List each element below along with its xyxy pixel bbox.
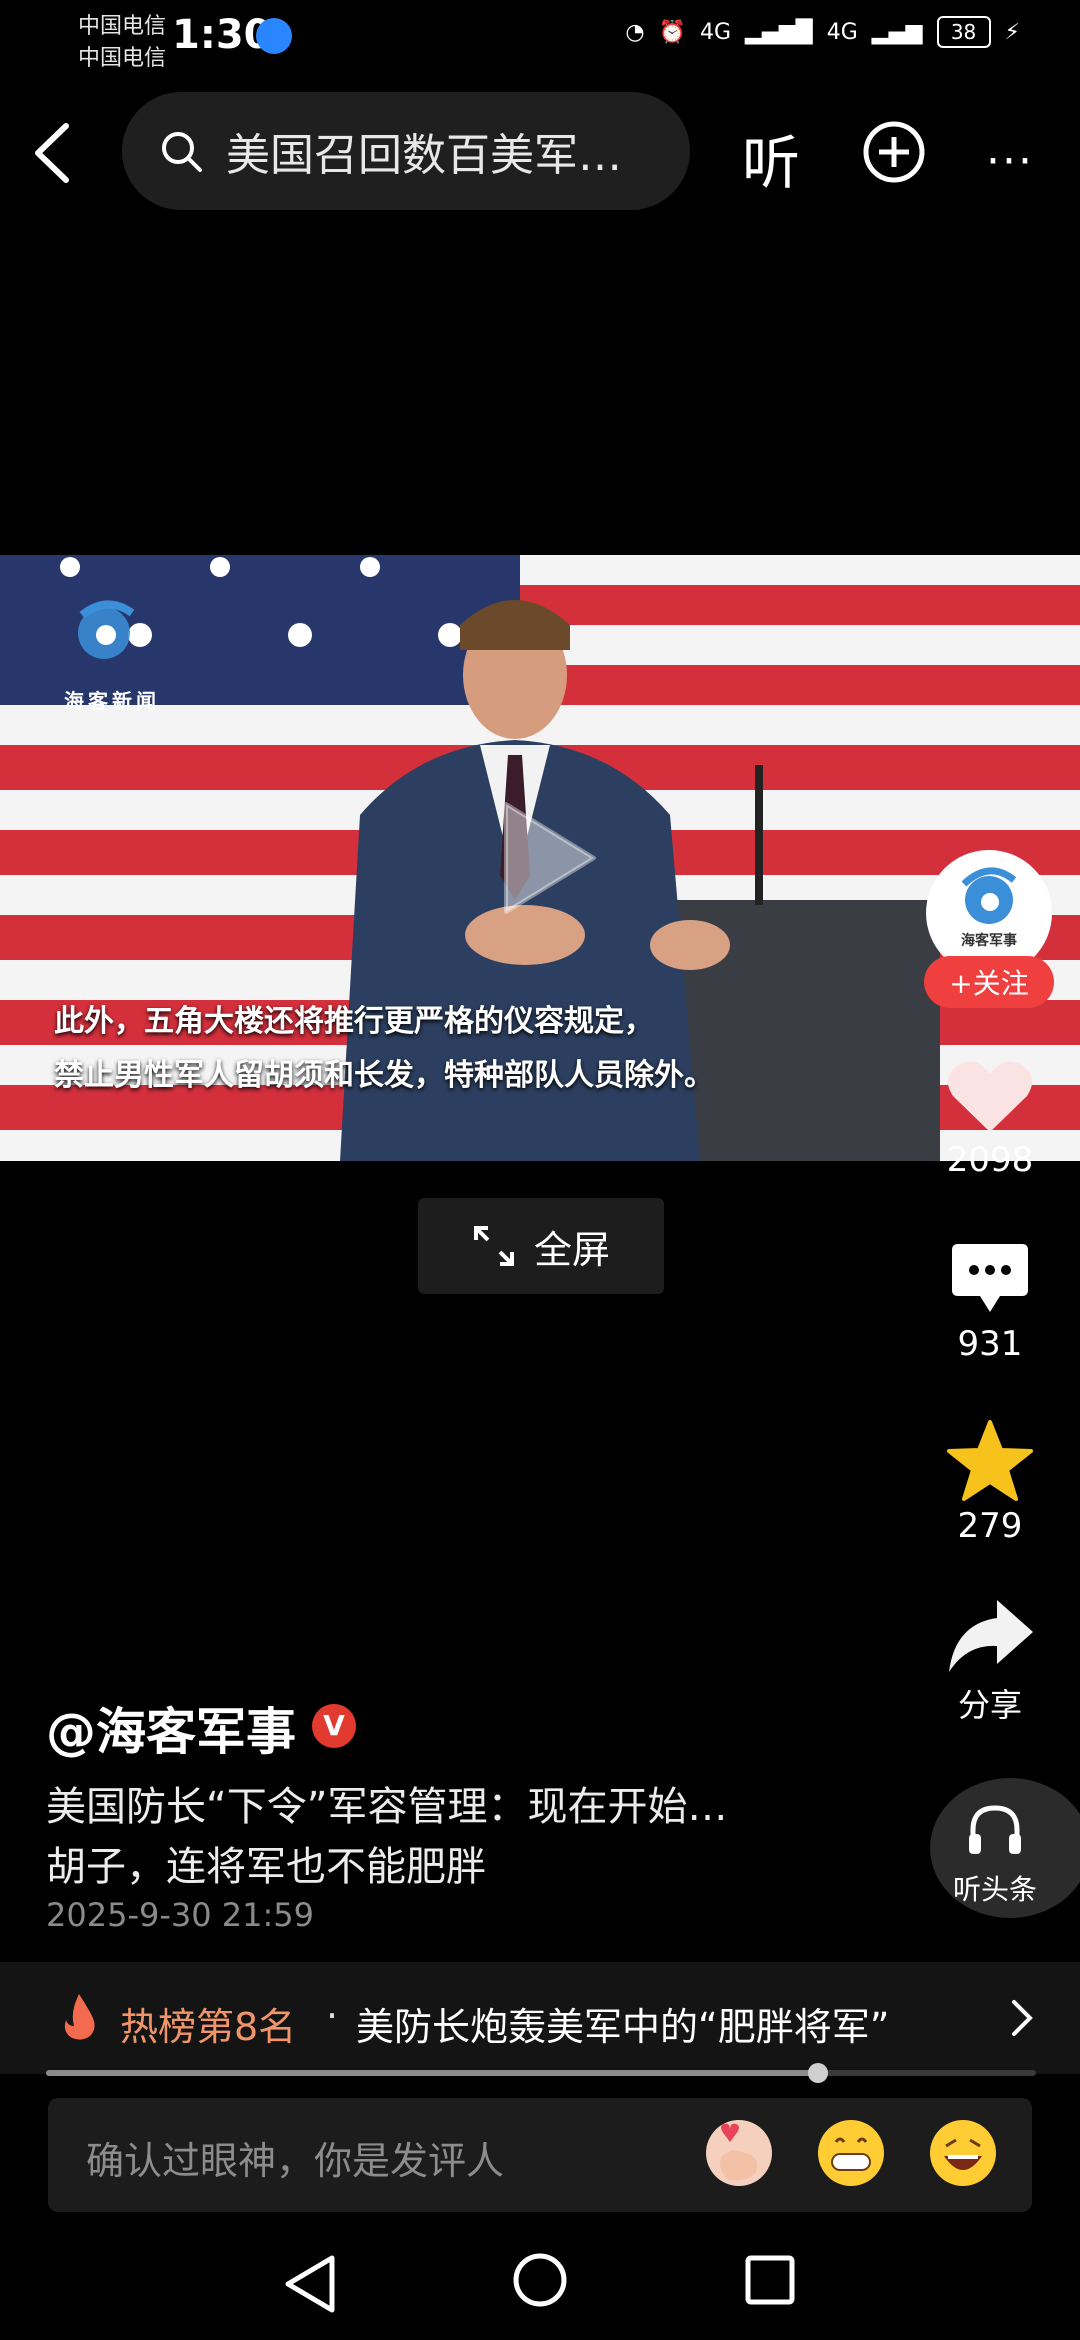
hot-separator: · bbox=[326, 1994, 339, 2038]
search-icon bbox=[162, 132, 202, 172]
carrier-label-2: 中国电信 bbox=[78, 46, 167, 71]
play-icon[interactable] bbox=[500, 798, 600, 918]
nav-home-icon[interactable] bbox=[512, 2252, 568, 2308]
heart-icon bbox=[947, 1061, 1033, 1132]
back-arrow-icon bbox=[35, 123, 69, 183]
signal-icon: ▂▄▆ bbox=[871, 19, 923, 45]
share-button[interactable]: 分享 bbox=[932, 1596, 1048, 1726]
search-box[interactable]: 美国召回数百美军… bbox=[122, 92, 690, 210]
watermark-text: 海客新闻 bbox=[64, 689, 160, 713]
expand-icon bbox=[473, 1226, 514, 1266]
share-label: 分享 bbox=[957, 1686, 1022, 1724]
subtitle-line: 禁止男性军人留胡须和长发，特种部队人员除外。 bbox=[54, 1058, 714, 1093]
follow-button[interactable]: +关注 bbox=[924, 956, 1054, 1008]
search-query: 美国召回数百美军… bbox=[226, 130, 622, 181]
favorite-button[interactable]: 279 bbox=[932, 1418, 1048, 1546]
author-name[interactable]: @海客军事 bbox=[46, 1692, 296, 1764]
app-notification-icon bbox=[256, 18, 292, 54]
alarm-icon: ⏰ bbox=[658, 19, 686, 45]
caption-text[interactable]: 美国防长“下令”军容管理：现在开始… bbox=[46, 1774, 727, 1832]
charging-icon: ⚡ bbox=[1004, 19, 1020, 45]
like-count: 2098 bbox=[946, 1140, 1034, 1180]
add-button[interactable] bbox=[862, 120, 926, 184]
listen-headline-label: 听头条 bbox=[952, 1873, 1037, 1906]
heart-hand-emoji-icon[interactable] bbox=[706, 2120, 772, 2186]
star-icon bbox=[947, 1420, 1033, 1501]
listen-headline-button[interactable]: 听头条 bbox=[930, 1778, 1080, 1918]
nav-recent-apps-icon[interactable] bbox=[744, 2254, 796, 2306]
carrier-label-1: 中国电信 bbox=[78, 14, 167, 39]
flame-icon bbox=[64, 1994, 95, 2040]
like-button[interactable]: 2098 bbox=[932, 1056, 1048, 1180]
nav-back-icon[interactable] bbox=[282, 2252, 338, 2316]
headphones-icon bbox=[969, 1805, 1021, 1854]
battery-icon: 38 bbox=[936, 16, 991, 48]
laugh-emoji-glyph bbox=[932, 2122, 994, 2184]
video-progress-bar[interactable] bbox=[46, 2063, 1036, 2083]
fullscreen-button[interactable]: 全屏 bbox=[418, 1198, 664, 1294]
chevron-right-icon[interactable] bbox=[1008, 1996, 1036, 2040]
status-icons: ◔ ⏰ 4G ▂▄▆█ 4G ▂▄▆ 38 ⚡ bbox=[625, 16, 1020, 48]
grin-emoji-glyph bbox=[820, 2122, 882, 2184]
post-date: 2025-9-30 21:59 bbox=[46, 1896, 314, 1934]
subtitle-line: 此外，五角大楼还将推行更严格的仪容规定， bbox=[54, 1004, 654, 1039]
battery-level: 38 bbox=[950, 20, 977, 44]
fullscreen-label: 全屏 bbox=[533, 1227, 610, 1272]
share-arrow-icon bbox=[949, 1600, 1033, 1672]
heart-hand-emoji-glyph bbox=[720, 2123, 758, 2181]
comment-icon bbox=[952, 1244, 1028, 1312]
plus-circle-icon bbox=[863, 121, 925, 183]
signal-icon: ▂▄▆█ bbox=[745, 19, 813, 45]
comment-count: 931 bbox=[957, 1324, 1023, 1364]
more-options-icon[interactable]: ··· bbox=[986, 136, 1034, 187]
hot-rank-label: 热榜第8名 bbox=[120, 2005, 297, 2049]
progress-fill bbox=[46, 2070, 819, 2076]
listen-button[interactable]: 听 bbox=[742, 116, 800, 200]
comment-button[interactable]: 931 bbox=[932, 1240, 1048, 1364]
laugh-emoji-icon[interactable] bbox=[930, 2120, 996, 2186]
progress-knob[interactable] bbox=[808, 2063, 829, 2083]
signal-2-label: 4G bbox=[826, 19, 858, 45]
comment-placeholder[interactable]: 确认过眼神，你是发评人 bbox=[86, 2130, 504, 2185]
grin-emoji-icon[interactable] bbox=[818, 2120, 884, 2186]
watermark-logo-icon bbox=[78, 600, 135, 659]
back-button[interactable] bbox=[26, 118, 86, 188]
favorite-count: 279 bbox=[957, 1506, 1023, 1546]
avatar-text: 海客军事 bbox=[961, 933, 1017, 949]
hot-topic-title[interactable]: 美防长炮轰美军中的“肥胖将军” bbox=[356, 1996, 889, 2051]
speed-icon: ◔ bbox=[625, 19, 645, 45]
signal-1-label: 4G bbox=[700, 19, 732, 45]
caption-text[interactable]: 胡子，连将军也不能肥胖 bbox=[46, 1834, 486, 1892]
verified-badge: V bbox=[312, 1704, 356, 1748]
video-subtitles: 此外，五角大楼还将推行更严格的仪容规定， 禁止男性军人留胡须和长发，特种部队人员… bbox=[54, 995, 774, 1103]
